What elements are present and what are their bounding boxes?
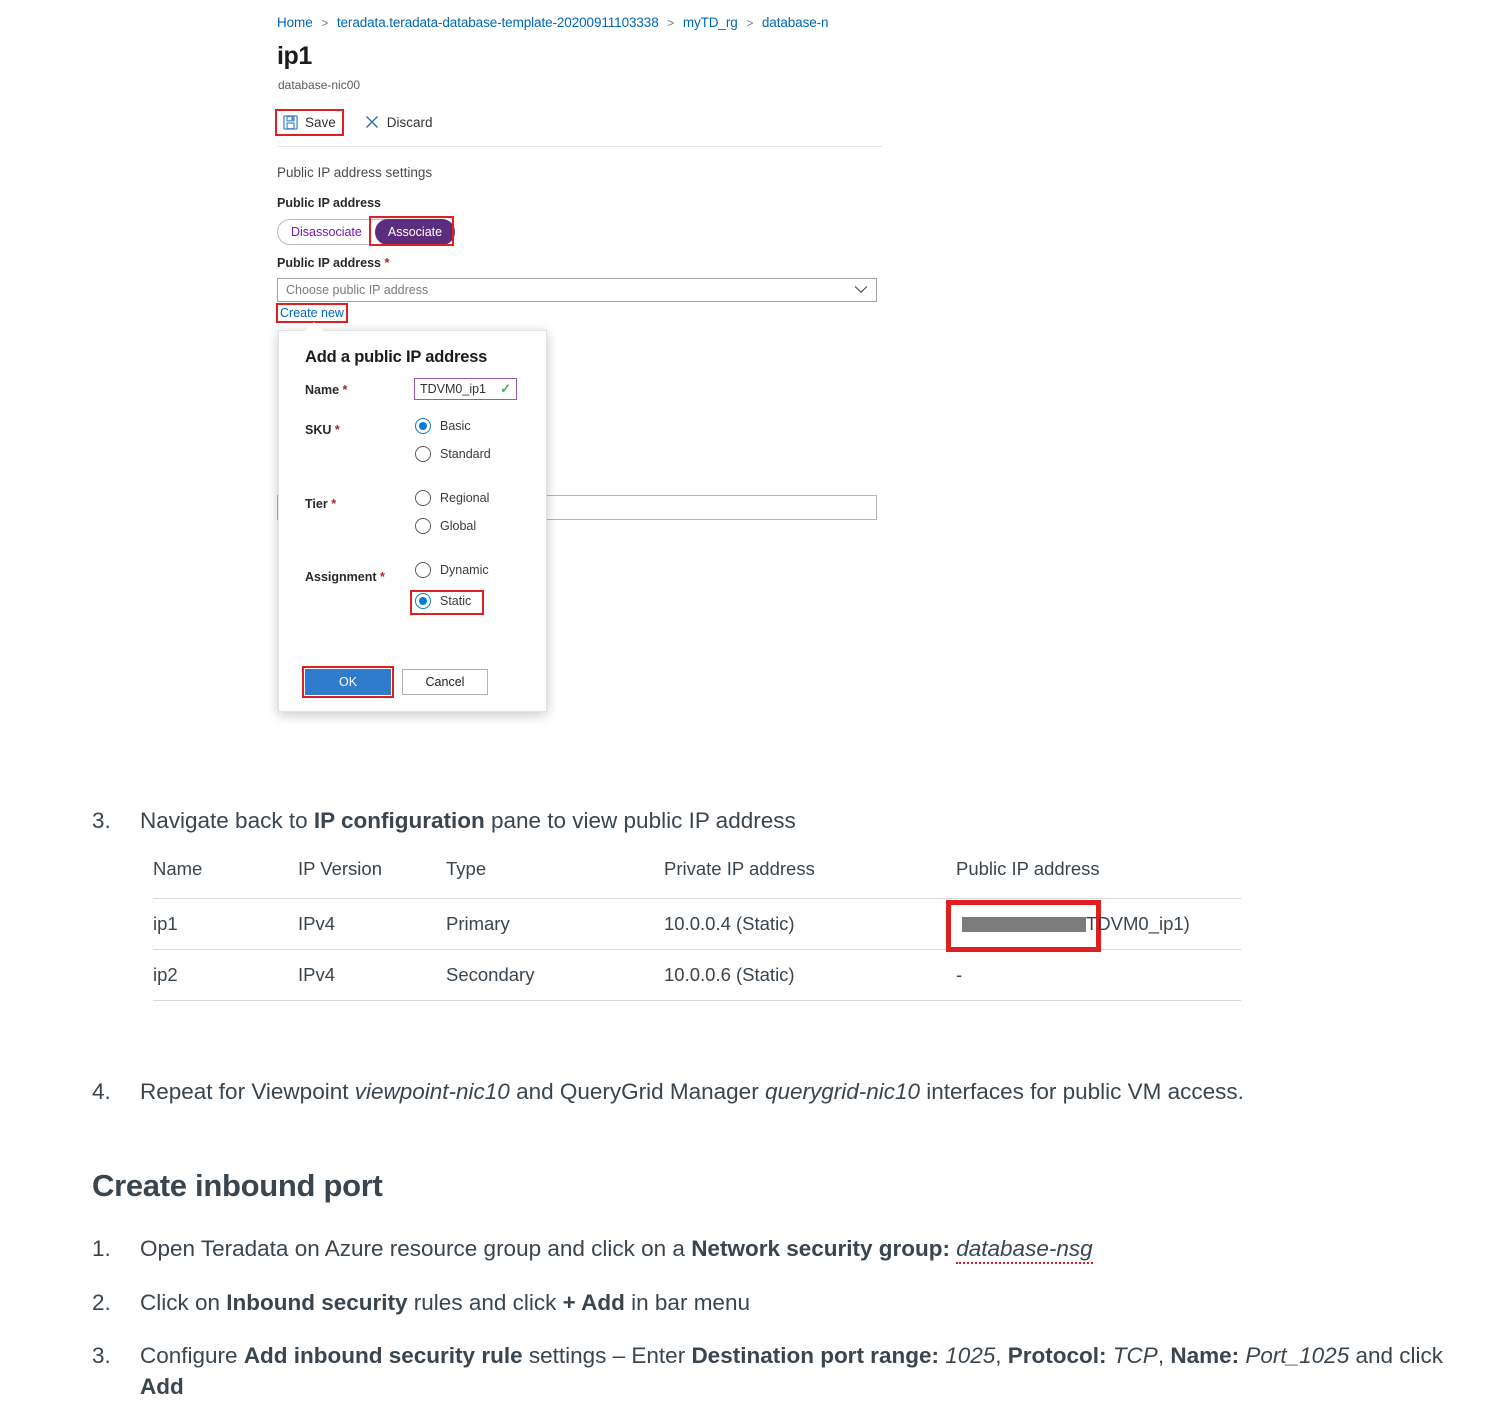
breadcrumb-separator-icon: > <box>746 16 754 30</box>
public-ip-dropdown-placeholder: Choose public IP address <box>286 283 429 297</box>
label-public-ip-address: Public IP address * <box>277 256 390 270</box>
radio-tier-global-label: Global <box>440 519 477 533</box>
breadcrumb-separator-icon: > <box>321 16 329 30</box>
doc-inbound-step-1-number: 1. <box>92 1236 111 1261</box>
cell-name: ip1 <box>153 898 298 950</box>
label-assignment: Assignment * <box>305 570 385 584</box>
cell-private-ip: 10.0.0.4 (Static) <box>664 898 956 950</box>
radio-tier-regional[interactable]: Regional <box>415 490 489 506</box>
table-header-public-ip: Public IP address <box>956 858 1100 879</box>
cell-ip-version: IPv4 <box>298 898 446 950</box>
public-ip-suffix: TDVM0_ip1) <box>1086 913 1190 934</box>
command-bar-divider <box>277 146 882 147</box>
table-header-ip-version: IP Version <box>298 858 382 879</box>
cell-name: ip2 <box>153 949 298 1001</box>
callout-title: Add a public IP address <box>305 348 488 366</box>
breadcrumb-item-template[interactable]: teradata.teradata-database-template-2020… <box>337 15 659 30</box>
public-ip-toggle-group[interactable]: Disassociate Associate <box>277 219 456 245</box>
section-label-public-ip-settings: Public IP address settings <box>277 165 433 180</box>
table-header-name: Name <box>153 858 203 879</box>
radio-sku-basic-label: Basic <box>440 419 471 433</box>
doc-step-3-text: Navigate back to IP configuration pane t… <box>140 808 796 833</box>
doc-inbound-step-2-number: 2. <box>92 1290 111 1315</box>
radio-sku-basic[interactable]: Basic <box>415 418 471 434</box>
doc-step-4: 4. Repeat for Viewpoint viewpoint-nic10 … <box>92 1076 1244 1107</box>
save-button-label: Save <box>305 114 336 130</box>
required-marker: * <box>342 383 348 397</box>
name-input[interactable]: TDVM0_ip1 ✓ <box>414 378 517 400</box>
radio-assignment-dynamic[interactable]: Dynamic <box>415 562 489 578</box>
command-bar: Save Discard <box>275 108 439 136</box>
cell-private-ip: 10.0.0.6 (Static) <box>664 949 956 1001</box>
doc-inbound-step-1-text: Open Teradata on Azure resource group an… <box>140 1233 1093 1264</box>
doc-step-3-number: 3. <box>92 808 111 833</box>
required-marker: * <box>380 570 385 584</box>
chevron-down-icon <box>854 283 868 297</box>
table-header-type: Type <box>446 858 487 879</box>
breadcrumb-item-nic[interactable]: database-n <box>762 15 829 30</box>
radio-indicator-icon <box>415 562 431 578</box>
redaction-bar <box>962 916 1086 932</box>
public-ip-redacted-value: TDVM0_ip1) <box>962 913 1190 935</box>
doc-inbound-step-1: 1. Open Teradata on Azure resource group… <box>92 1233 1093 1264</box>
breadcrumb-separator-icon: > <box>667 16 675 30</box>
table-header-private-ip: Private IP address <box>664 858 815 879</box>
close-x-icon <box>364 114 380 130</box>
label-tier: Tier * <box>305 497 337 511</box>
doc-inbound-step-2-text: Click on Inbound security rules and clic… <box>140 1290 750 1315</box>
radio-indicator-selected-icon <box>415 418 431 434</box>
section-heading-create-inbound-port: Create inbound port <box>92 1168 383 1203</box>
discard-button[interactable]: Discard <box>358 110 439 134</box>
discard-button-label: Discard <box>386 114 433 130</box>
radio-assignment-dynamic-label: Dynamic <box>440 563 489 577</box>
radio-indicator-icon <box>415 490 431 506</box>
toggle-option-disassociate[interactable]: Disassociate <box>278 220 375 244</box>
ok-button[interactable]: OK <box>305 669 391 695</box>
doc-step-4-text: Repeat for Viewpoint viewpoint-nic10 and… <box>140 1079 1244 1104</box>
callout-beak-icon <box>305 322 323 331</box>
radio-indicator-icon <box>415 446 431 462</box>
save-button[interactable]: Save <box>275 108 344 136</box>
page-title: ip1 <box>277 42 312 70</box>
radio-indicator-icon <box>415 518 431 534</box>
radio-tier-regional-label: Regional <box>440 491 490 505</box>
breadcrumb-item-home[interactable]: Home <box>277 15 313 30</box>
label-public-ip-toggle: Public IP address <box>277 196 381 210</box>
check-mark-icon: ✓ <box>500 381 511 396</box>
radio-assignment-static-label: Static <box>440 594 472 608</box>
azure-portal-screenshot: Home > teradata.teradata-database-templa… <box>270 0 890 760</box>
doc-inbound-step-3: 3. Configure Add inbound security rule s… <box>92 1340 1465 1402</box>
name-input-value: TDVM0_ip1 <box>420 382 486 396</box>
radio-assignment-static[interactable]: Static <box>415 593 471 609</box>
doc-inbound-step-3-text: Configure Add inbound security rule sett… <box>140 1343 1444 1400</box>
toggle-option-associate[interactable]: Associate <box>374 219 456 245</box>
table-header-row: Name IP Version Type Private IP address … <box>153 858 1241 899</box>
label-sku: SKU * <box>305 423 340 437</box>
required-marker: * <box>384 256 390 270</box>
radio-sku-standard-label: Standard <box>440 447 491 461</box>
radio-tier-global[interactable]: Global <box>415 518 476 534</box>
cell-type: Secondary <box>446 949 664 1001</box>
required-marker: * <box>334 423 340 437</box>
radio-sku-standard[interactable]: Standard <box>415 446 491 462</box>
cell-ip-version: IPv4 <box>298 949 446 1001</box>
save-disk-icon <box>283 114 298 130</box>
required-marker: * <box>331 497 337 511</box>
breadcrumb-item-resource-group[interactable]: myTD_rg <box>683 15 738 30</box>
table-row: ip2 IPv4 Secondary 10.0.0.6 (Static) - <box>153 949 1241 1001</box>
public-ip-address-dropdown[interactable]: Choose public IP address <box>277 278 877 302</box>
create-new-link[interactable]: Create new <box>276 303 348 323</box>
radio-indicator-selected-icon <box>415 593 431 609</box>
breadcrumb[interactable]: Home > teradata.teradata-database-templa… <box>277 15 829 30</box>
page-subtitle: database-nic00 <box>278 78 361 92</box>
cell-public-ip: - <box>956 949 1241 1001</box>
cancel-button[interactable]: Cancel <box>402 669 488 695</box>
label-name: Name * <box>305 383 348 397</box>
doc-inbound-step-3-number: 3. <box>92 1343 111 1368</box>
doc-inbound-step-2: 2. Click on Inbound security rules and c… <box>92 1287 750 1318</box>
doc-step-4-number: 4. <box>92 1079 111 1104</box>
doc-step-3: 3. Navigate back to IP configuration pan… <box>92 805 796 836</box>
cell-type: Primary <box>446 898 664 950</box>
add-public-ip-callout: Add a public IP address Name * TDVM0_ip1… <box>278 322 547 712</box>
